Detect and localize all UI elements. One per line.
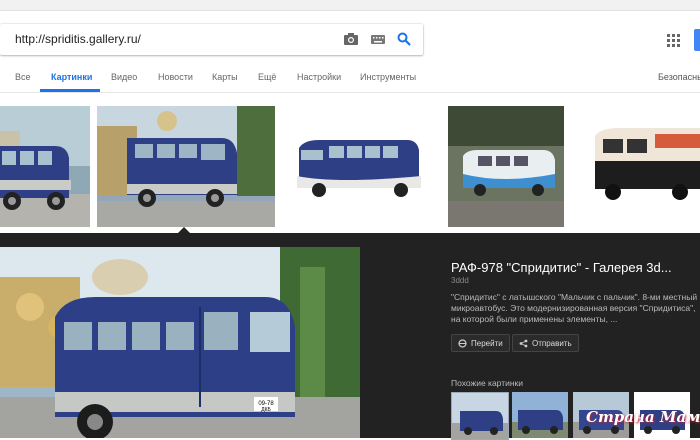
tab-settings[interactable]: Настройки	[297, 72, 341, 82]
image-result[interactable]	[289, 106, 435, 227]
tab-all[interactable]: Все	[15, 72, 31, 82]
image-result-selected[interactable]	[97, 106, 275, 227]
search-input[interactable]: http://spriditis.gallery.ru/	[15, 32, 141, 46]
preview-description: "Спридитис" с латышского "Мальчик с паль…	[451, 292, 698, 324]
search-icon[interactable]	[394, 29, 414, 49]
preview-title[interactable]: РАФ-978 "Спридитис" - Галерея 3d...	[451, 260, 700, 275]
safe-search-toggle[interactable]: Безопасны	[658, 72, 700, 82]
tab-news[interactable]: Новости	[158, 72, 193, 82]
image-result[interactable]	[575, 106, 700, 227]
similar-image[interactable]	[451, 392, 509, 440]
camera-icon[interactable]	[341, 29, 361, 49]
search-box[interactable]: http://spriditis.gallery.ru/	[0, 24, 423, 55]
preview-source[interactable]: 3ddd	[451, 276, 469, 285]
link-icon	[458, 338, 467, 348]
share-button[interactable]: Отправить	[512, 334, 579, 352]
preview-image[interactable]: 09-78 ДКБ	[0, 247, 360, 438]
sign-in-button[interactable]	[694, 29, 700, 51]
tab-tools[interactable]: Инструменты	[360, 72, 416, 82]
similar-image[interactable]	[512, 392, 568, 438]
license-plate-region: ДКБ	[261, 407, 271, 413]
browser-top-strip	[0, 0, 700, 11]
keyboard-icon[interactable]	[368, 29, 388, 49]
tab-video[interactable]: Видео	[111, 72, 137, 82]
active-tab-indicator	[40, 89, 100, 92]
similar-images-label: Похожие картинки	[451, 378, 524, 388]
tab-images[interactable]: Картинки	[51, 72, 92, 82]
watermark: Страна Мам	[586, 408, 700, 426]
visit-button-label: Перейти	[471, 338, 503, 348]
apps-icon[interactable]	[667, 34, 681, 48]
tab-more[interactable]: Ещё	[258, 72, 276, 82]
image-result[interactable]	[0, 106, 90, 227]
share-icon	[519, 339, 528, 347]
tab-maps[interactable]: Карты	[212, 72, 238, 82]
image-result[interactable]	[448, 106, 564, 227]
search-tabs: Все Картинки Видео Новости Карты Ещё Нас…	[0, 68, 700, 93]
visit-button[interactable]: Перейти	[451, 334, 510, 352]
share-button-label: Отправить	[532, 338, 572, 348]
